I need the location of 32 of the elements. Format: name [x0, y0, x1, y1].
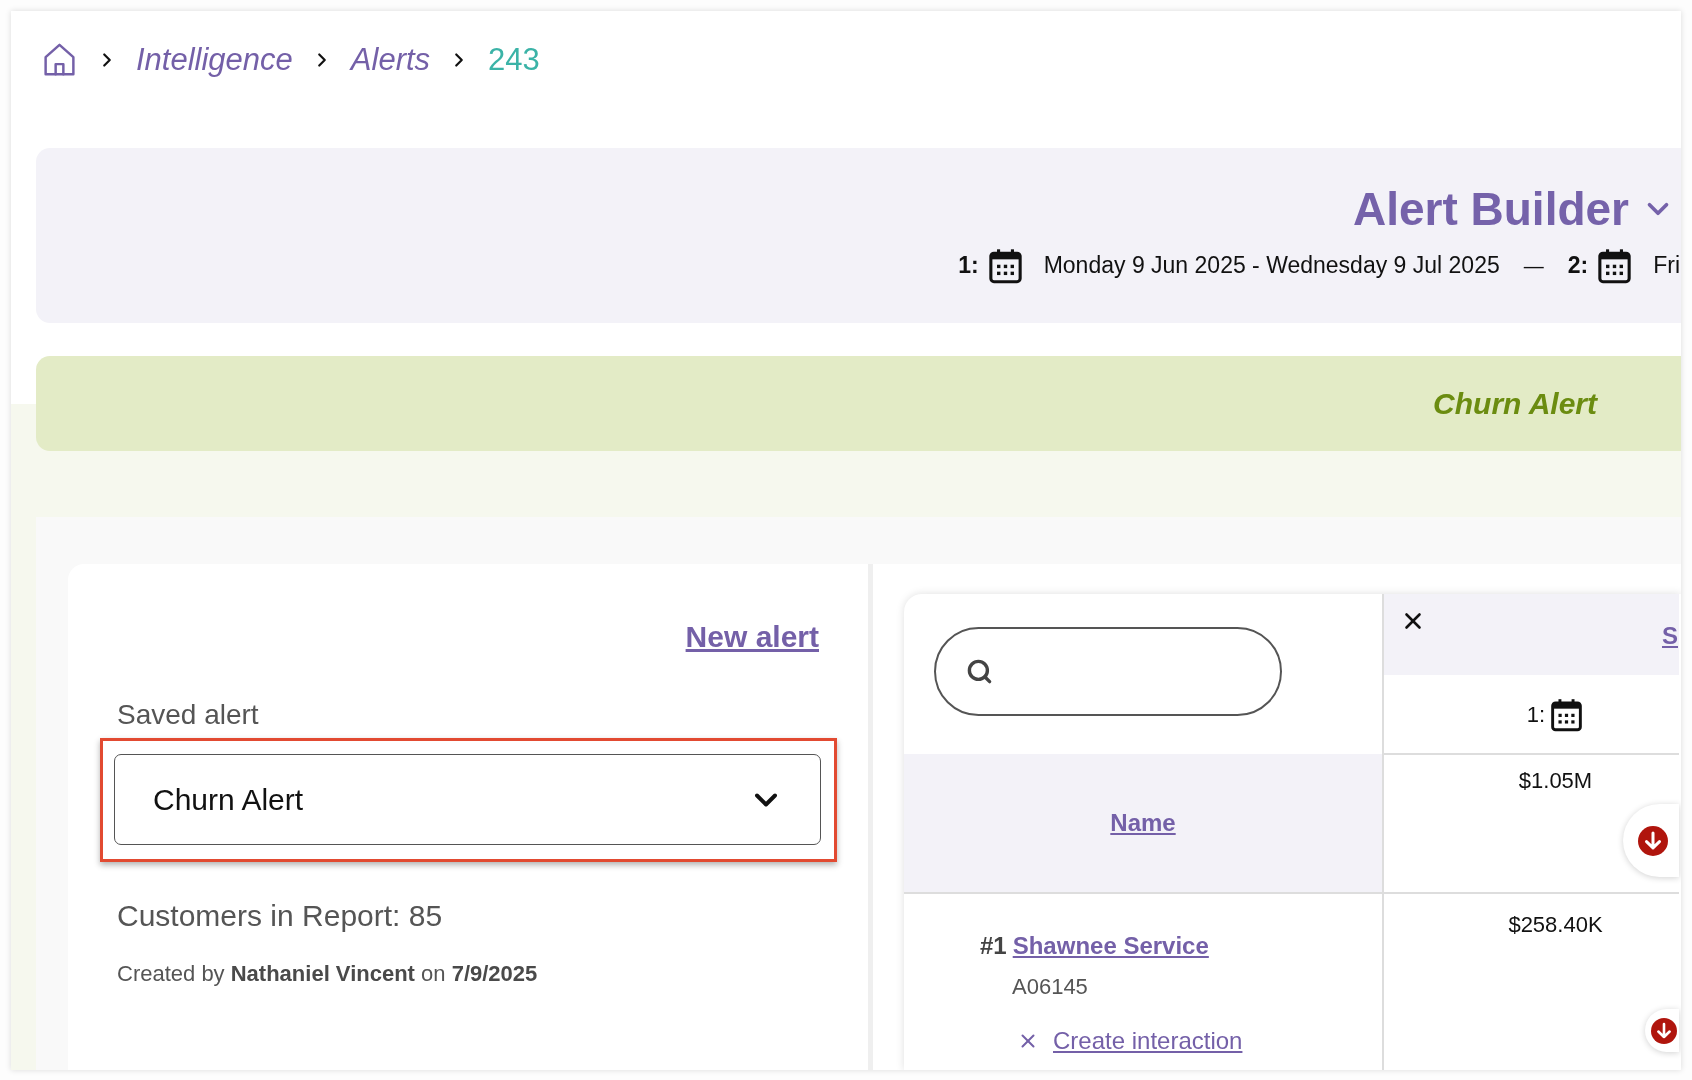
home-icon[interactable] — [41, 41, 78, 78]
period-separator: — — [1523, 253, 1544, 279]
create-interaction-link[interactable]: Create interaction — [1053, 1023, 1243, 1059]
page-title: Alert Builder — [1352, 183, 1629, 235]
rank-text: #1 — [980, 931, 1007, 961]
search-icon — [966, 658, 993, 685]
calendar-icon[interactable] — [986, 247, 1024, 284]
period-label: 2: — [1567, 251, 1589, 281]
saved-alert-label: Saved alert — [117, 699, 259, 731]
period-range[interactable]: Fri — [1653, 248, 1680, 283]
created-by-text: Created by Nathaniel Vincent on 7/9/2025 — [117, 961, 538, 987]
calendar-icon[interactable] — [1596, 247, 1634, 284]
breadcrumb-current: 243 — [488, 41, 540, 78]
calendar-icon[interactable] — [1549, 696, 1585, 732]
total-value: $1.05M — [1518, 768, 1593, 794]
period-label: 1: — [1526, 700, 1546, 729]
trend-button[interactable] — [1645, 1009, 1679, 1052]
banner-title: Churn Alert — [1433, 386, 1597, 422]
search-field[interactable] — [934, 627, 1282, 716]
trend-button[interactable] — [1623, 804, 1679, 877]
customers-count: Customers in Report: 85 — [117, 899, 443, 933]
period-range[interactable]: Monday 9 Jun 2025 - Wednesday 9 Jul 2025 — [1043, 248, 1500, 283]
saved-alert-select[interactable]: Churn Alert — [114, 754, 821, 845]
name-sort-link[interactable]: Name — [1110, 805, 1176, 841]
column-link[interactable]: S — [1662, 622, 1678, 650]
new-alert-link[interactable]: New alert — [685, 620, 819, 654]
period-label: 1: — [958, 251, 979, 281]
customer-link[interactable]: Shawnee Service — [1012, 928, 1209, 964]
customer-code: A06145 — [1012, 973, 1088, 1001]
row-value: $258.40K — [1508, 912, 1603, 938]
breadcrumb-link[interactable]: Alerts — [350, 41, 431, 78]
breadcrumb-link[interactable]: Intelligence — [136, 41, 293, 78]
